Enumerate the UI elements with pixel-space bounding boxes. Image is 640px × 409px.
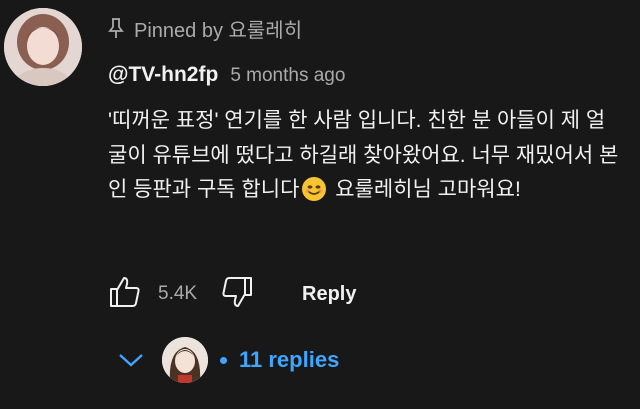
reply-separator-dot: [220, 356, 227, 364]
replies-count-link[interactable]: 11 replies: [239, 347, 339, 373]
pinned-indicator: Pinned by 요룰레히: [108, 14, 302, 42]
dislike-button[interactable]: [218, 275, 256, 313]
chevron-down-icon[interactable]: [112, 341, 150, 379]
comment-header: @TV-hn2fp 5 months ago: [108, 63, 345, 87]
pinned-text: Pinned by 요룰레히: [134, 19, 303, 42]
creator-avatar: [162, 337, 208, 383]
comment-actions: 5.4K Reply: [106, 274, 356, 314]
like-count: 5.4K: [158, 283, 198, 304]
author-handle[interactable]: @TV-hn2fp: [108, 63, 218, 87]
view-replies-button[interactable]: 11 replies: [112, 330, 339, 390]
comment-text-part2: 요룰레히님 고마워요!: [329, 178, 521, 201]
comment-timestamp[interactable]: 5 months ago: [230, 65, 345, 87]
comment-text: '띠꺼운 표정' 연기를 한 사람 입니다. 친한 분 아들이 제 얼굴이 유튜…: [108, 104, 623, 208]
commenter-avatar[interactable]: [4, 8, 82, 86]
thumbs-up-icon: [108, 275, 142, 314]
smiling-face-emoji-icon: [301, 176, 327, 202]
thumbs-down-icon: [220, 275, 254, 314]
like-button[interactable]: [106, 275, 144, 313]
pin-icon: [108, 17, 124, 39]
reply-button[interactable]: Reply: [302, 283, 356, 306]
